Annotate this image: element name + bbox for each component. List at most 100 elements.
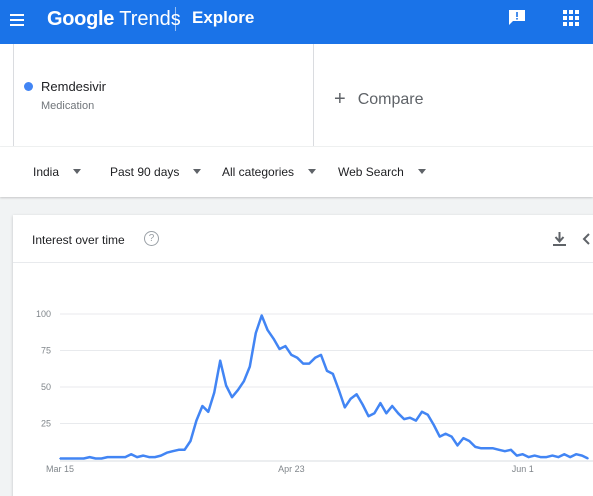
compare-label: Compare <box>357 91 424 108</box>
chevron-down-icon <box>193 169 202 174</box>
data-point <box>231 396 233 398</box>
data-point <box>207 411 210 413</box>
time-range-value: Past 90 days <box>110 165 180 179</box>
data-point <box>326 370 328 372</box>
data-point <box>468 440 471 442</box>
data-point <box>480 447 483 450</box>
data-point <box>569 456 571 458</box>
data-point <box>177 449 180 451</box>
brand-logo[interactable]: Google Trends <box>47 8 181 31</box>
data-point <box>249 365 251 368</box>
x-tick-label: Mar 15 <box>46 464 74 474</box>
data-point <box>403 418 405 420</box>
data-point <box>385 412 388 415</box>
menu-icon[interactable] <box>8 10 28 30</box>
data-point <box>290 354 293 356</box>
compare-button[interactable]: + Compare <box>334 87 424 110</box>
time-range-dropdown[interactable]: Past 90 days <box>110 165 202 179</box>
brand-trends: Trends <box>119 8 181 30</box>
data-point <box>243 380 245 382</box>
data-point <box>539 456 542 458</box>
data-point <box>551 454 554 457</box>
data-point <box>563 453 566 455</box>
data-point <box>444 432 447 435</box>
interest-over-time-card: Interest over time ? 25 50 75 100 Mar 15 Apr … <box>13 215 593 496</box>
data-point <box>427 413 429 416</box>
data-point <box>438 435 441 438</box>
data-point <box>379 402 382 404</box>
data-point <box>148 456 150 458</box>
data-point <box>581 454 583 457</box>
data-point <box>195 419 198 422</box>
data-point <box>278 348 281 350</box>
data-point <box>154 456 156 458</box>
data-point <box>160 454 162 457</box>
data-point <box>504 450 506 452</box>
data-point <box>314 357 316 359</box>
data-point <box>213 392 215 394</box>
search-term-card[interactable]: Remdesivir Medication <box>13 44 314 146</box>
data-point <box>94 457 97 460</box>
data-point <box>272 338 275 340</box>
region-dropdown[interactable]: India <box>33 165 82 179</box>
data-point <box>367 415 370 417</box>
plus-icon: + <box>334 88 346 110</box>
data-point <box>474 446 477 448</box>
data-point <box>498 449 500 451</box>
data-point <box>332 373 334 375</box>
data-point <box>77 457 79 460</box>
data-point <box>349 397 352 400</box>
category-dropdown[interactable]: All categories <box>222 165 317 179</box>
data-point <box>510 449 512 451</box>
data-point <box>575 453 577 455</box>
data-point <box>361 403 364 406</box>
data-point <box>183 449 186 451</box>
data-point <box>189 440 192 442</box>
data-point <box>344 406 346 409</box>
region-value: India <box>33 165 60 179</box>
data-point <box>338 389 340 391</box>
term-color-dot <box>24 82 33 91</box>
page-title: Explore <box>192 8 255 27</box>
data-point <box>415 419 417 422</box>
x-tick-label: Apr 23 <box>278 464 305 474</box>
data-point <box>409 416 411 419</box>
apps-icon[interactable] <box>563 10 579 26</box>
data-point <box>260 314 263 317</box>
data-point <box>557 456 560 458</box>
data-point <box>100 457 103 460</box>
data-point <box>171 450 174 452</box>
data-point <box>373 412 376 415</box>
data-point <box>266 329 269 331</box>
filter-bar: India Past 90 days All categories Web Se… <box>0 147 593 197</box>
data-point <box>166 451 168 454</box>
data-point <box>308 362 311 365</box>
data-point <box>587 457 589 460</box>
x-tick-label: Jun 1 <box>512 464 534 474</box>
data-point <box>433 424 435 426</box>
search-type-dropdown[interactable]: Web Search <box>338 165 426 179</box>
data-point <box>284 345 287 347</box>
data-point <box>225 384 227 387</box>
data-point <box>124 456 127 458</box>
data-point <box>65 457 67 460</box>
brand-google: Google <box>47 8 115 30</box>
data-point <box>201 405 204 407</box>
header-divider <box>175 7 176 31</box>
chevron-down-icon <box>417 169 426 174</box>
data-point <box>88 456 91 458</box>
data-point <box>421 411 423 413</box>
data-point <box>391 405 394 407</box>
search-type-value: Web Search <box>338 165 404 179</box>
data-point <box>302 362 305 365</box>
data-point <box>492 447 494 450</box>
search-terms-panel: Remdesivir Medication + Compare <box>0 44 593 146</box>
y-tick-label: 50 <box>41 382 51 392</box>
data-point <box>533 454 536 457</box>
term-name: Remdesivir <box>41 79 107 94</box>
data-point <box>527 456 530 458</box>
feedback-icon[interactable] <box>508 9 526 26</box>
y-tick-label: 100 <box>36 309 51 319</box>
interest-line-chart: 25 50 75 100 Mar 15 Apr 23 Jun 1 <box>36 309 593 474</box>
data-point <box>142 454 144 457</box>
